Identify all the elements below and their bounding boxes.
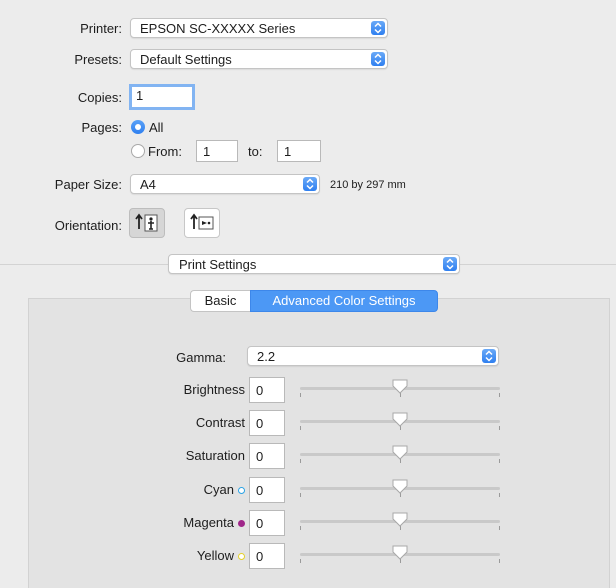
orientation-portrait-button[interactable] — [129, 208, 165, 238]
yellow-label-text: Yellow — [196, 548, 234, 563]
paper-size-popup[interactable]: A4 — [130, 174, 320, 194]
pages-to-value: 1 — [284, 144, 292, 159]
yellow-slider-tick — [499, 559, 500, 563]
contrast-slider[interactable] — [300, 412, 500, 432]
pages-from-radio[interactable] — [131, 144, 145, 158]
brightness-slider-thumb[interactable] — [391, 379, 409, 395]
yellow-slider-thumb[interactable] — [391, 545, 409, 561]
presets-label: Presets: — [74, 52, 122, 67]
pages-all-label: All — [149, 120, 164, 135]
copies-field[interactable]: 1 — [129, 84, 195, 110]
landscape-icon — [190, 213, 214, 230]
cyan-label-text: Cyan — [203, 482, 234, 497]
presets-value: Default Settings — [140, 52, 232, 67]
brightness-value: 0 — [256, 383, 264, 398]
tab-advanced-color-settings[interactable]: Advanced Color Settings — [250, 290, 438, 312]
cyan-color-dot-icon — [238, 487, 245, 495]
orientation-landscape-button[interactable] — [184, 208, 220, 238]
brightness-slider[interactable] — [300, 379, 500, 399]
gamma-value: 2.2 — [257, 349, 276, 364]
magenta-slider[interactable] — [300, 512, 500, 532]
cyan-label: Cyan — [100, 482, 245, 497]
gamma-label: Gamma: — [176, 350, 226, 365]
magenta-field[interactable]: 0 — [249, 510, 285, 536]
magenta-slider-tick — [300, 526, 301, 530]
chevron-updown-icon — [371, 21, 385, 35]
yellow-label: Yellow — [100, 548, 245, 563]
contrast-label: Contrast — [100, 415, 245, 430]
brightness-slider-tick — [499, 393, 500, 397]
magenta-slider-thumb[interactable] — [391, 512, 409, 528]
cyan-slider-tick — [300, 493, 301, 497]
magenta-value: 0 — [256, 516, 264, 531]
cyan-slider-thumb[interactable] — [391, 479, 409, 495]
yellow-field[interactable]: 0 — [249, 543, 285, 569]
printer-label: Printer: — [80, 21, 122, 36]
magenta-label-text: Magenta — [183, 515, 234, 530]
orientation-label: Orientation: — [54, 218, 122, 233]
contrast-slider-tick — [499, 426, 500, 430]
yellow-value: 0 — [256, 549, 264, 564]
chevron-updown-icon — [482, 349, 496, 363]
contrast-label-text: Contrast — [195, 415, 245, 430]
pages-from-label: From: — [148, 144, 182, 159]
portrait-icon — [135, 213, 158, 232]
pages-label: Pages: — [81, 120, 122, 135]
saturation-label: Saturation — [100, 448, 245, 463]
paper-size-label: Paper Size: — [54, 177, 122, 192]
saturation-slider-thumb[interactable] — [391, 445, 409, 461]
yellow-slider[interactable] — [300, 545, 500, 565]
saturation-slider[interactable] — [300, 445, 500, 465]
paper-size-value: A4 — [140, 177, 156, 192]
cyan-field[interactable]: 0 — [249, 477, 285, 503]
contrast-value: 0 — [256, 416, 264, 431]
yellow-slider-tick — [300, 559, 301, 563]
saturation-field[interactable]: 0 — [249, 443, 285, 469]
presets-popup[interactable]: Default Settings — [130, 49, 388, 69]
brightness-label: Brightness — [100, 382, 245, 397]
magenta-slider-tick — [499, 526, 500, 530]
chevron-updown-icon — [443, 257, 457, 271]
brightness-slider-tick — [300, 393, 301, 397]
print-settings-value: Print Settings — [179, 257, 257, 272]
cyan-slider-tick — [499, 493, 500, 497]
saturation-label-text: Saturation — [185, 448, 245, 463]
printer-value: EPSON SC-XXXXX Series — [140, 21, 296, 36]
pages-all-radio[interactable] — [131, 120, 145, 134]
pages-to-field[interactable]: 1 — [277, 140, 321, 162]
paper-dimensions: 210 by 297 mm — [330, 179, 406, 191]
magenta-label: Magenta — [100, 515, 245, 530]
printer-popup[interactable]: EPSON SC-XXXXX Series — [130, 18, 388, 38]
saturation-slider-tick — [300, 459, 301, 463]
chevron-updown-icon — [303, 177, 317, 191]
brightness-field[interactable]: 0 — [249, 377, 285, 403]
brightness-label-text: Brightness — [183, 382, 245, 397]
pages-to-label: to: — [248, 144, 263, 159]
cyan-value: 0 — [256, 483, 264, 498]
tab-basic[interactable]: Basic — [190, 290, 250, 312]
gamma-popup[interactable]: 2.2 — [247, 346, 499, 366]
magenta-color-dot-icon — [238, 520, 245, 528]
cyan-slider[interactable] — [300, 479, 500, 499]
pages-from-field[interactable]: 1 — [196, 140, 238, 162]
contrast-field[interactable]: 0 — [249, 410, 285, 436]
chevron-updown-icon — [371, 52, 385, 66]
saturation-slider-tick — [499, 459, 500, 463]
contrast-slider-thumb[interactable] — [391, 412, 409, 428]
copies-value: 1 — [136, 88, 144, 103]
contrast-slider-tick — [300, 426, 301, 430]
copies-label: Copies: — [77, 90, 122, 105]
print-settings-popup[interactable]: Print Settings — [168, 254, 460, 274]
saturation-value: 0 — [256, 449, 264, 464]
pages-from-value: 1 — [203, 144, 211, 159]
yellow-color-dot-icon — [238, 553, 245, 561]
